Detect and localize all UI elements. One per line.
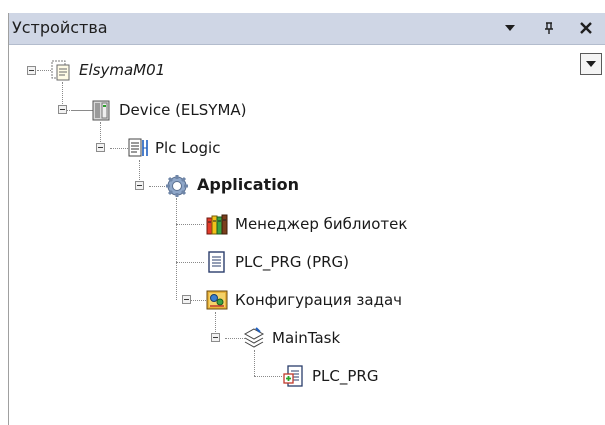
panel-close-button[interactable]	[574, 15, 598, 41]
tree-item-device[interactable]: Device (ELSYMA)	[119, 100, 247, 120]
tree-connector	[254, 350, 255, 376]
library-books-icon	[206, 214, 228, 235]
tree-item-task-call[interactable]: PLC_PRG	[312, 366, 378, 386]
panel-pin-button[interactable]	[537, 15, 561, 41]
collapse-toggle[interactable]	[58, 105, 67, 114]
panel-header: Устройства	[9, 13, 605, 45]
collapse-toggle[interactable]	[211, 333, 220, 342]
plc-logic-icon	[128, 138, 148, 157]
device-tree: ElsymaM01 Device (ELSYMA) Plc Logic Appl…	[9, 44, 605, 425]
task-configuration-icon	[206, 290, 228, 310]
application-gear-icon	[166, 175, 188, 197]
project-icon	[51, 60, 70, 81]
tree-item-library-manager[interactable]: Менеджер библиотек	[235, 214, 407, 234]
tree-item-plc-logic[interactable]: Plc Logic	[155, 138, 220, 158]
tree-connector	[176, 262, 204, 263]
program-call-icon	[283, 365, 303, 387]
tree-item-plc-prg[interactable]: PLC_PRG (PRG)	[235, 252, 349, 272]
tree-connector	[176, 224, 204, 225]
task-stack-icon	[243, 327, 265, 348]
tree-item-project[interactable]: ElsymaM01	[79, 60, 165, 80]
devices-panel: Устройства ElsymaM01 Device (ELSYMA) Plc…	[8, 13, 605, 425]
collapse-toggle[interactable]	[182, 295, 191, 304]
panel-menu-button[interactable]	[498, 15, 522, 41]
tree-item-task-configuration[interactable]: Конфигурация задач	[235, 290, 402, 310]
tree-item-main-task[interactable]: MainTask	[272, 328, 340, 348]
tree-connector	[254, 376, 282, 377]
collapse-toggle[interactable]	[135, 181, 144, 190]
tree-item-application[interactable]: Application	[197, 175, 299, 195]
pin-icon	[545, 22, 553, 34]
pou-document-icon	[208, 251, 225, 273]
collapse-toggle[interactable]	[96, 143, 105, 152]
collapse-toggle[interactable]	[27, 66, 36, 75]
device-icon	[92, 100, 110, 121]
panel-title: Устройства	[12, 18, 108, 37]
close-icon	[580, 22, 592, 34]
tree-connector	[176, 198, 177, 300]
dropdown-arrow-icon	[505, 25, 515, 31]
